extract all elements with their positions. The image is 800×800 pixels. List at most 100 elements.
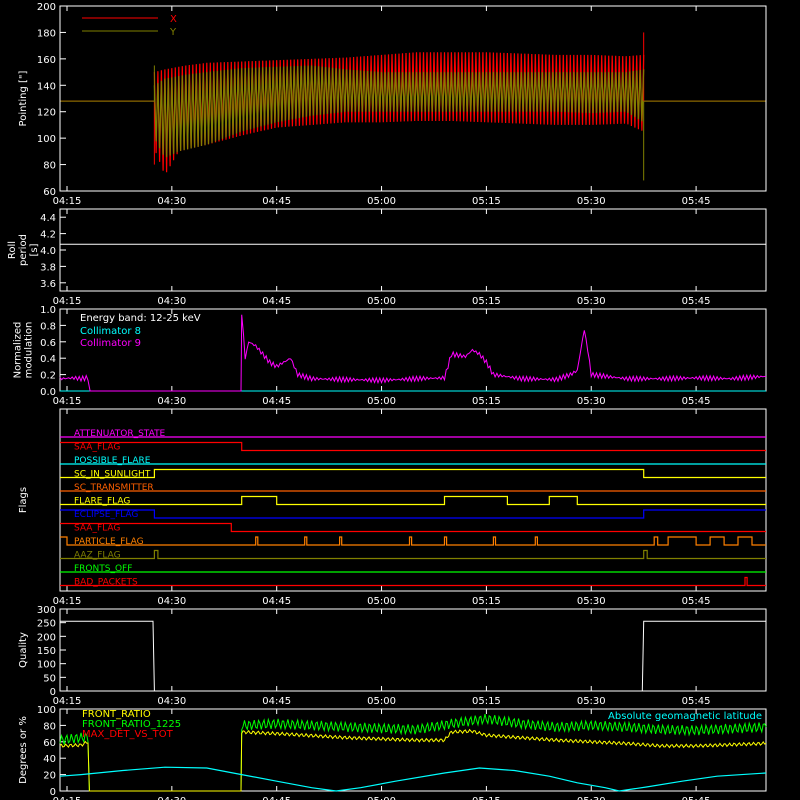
y-tick-label: 140 <box>37 81 56 92</box>
y-axis-label-2: Normalized <box>13 322 24 379</box>
x-tick-label: 04:45 <box>262 696 291 707</box>
y-tick-label: 180 <box>37 28 56 39</box>
y-tick-label: 0 <box>50 687 56 698</box>
flag-label-5: FLARE_FLAG <box>74 497 130 507</box>
x-tick-label: 04:15 <box>53 696 82 707</box>
x-tick-label: 05:15 <box>472 696 501 707</box>
x-tick-label: 04:15 <box>53 796 82 800</box>
x-tick-label: 05:00 <box>367 396 396 407</box>
y-tick-label: 150 <box>37 646 56 657</box>
y-tick-label: 200 <box>37 2 56 13</box>
y-axis-label-1: Roll <box>7 241 18 259</box>
x-tick-label: 04:45 <box>262 596 291 607</box>
x-tick-label: 05:00 <box>367 296 396 307</box>
degrees-legend-3: Absolute geomagnetic latitude <box>608 711 762 722</box>
y-tick-label: 0.0 <box>40 387 56 398</box>
flag-line-1 <box>60 441 766 452</box>
legend-label-y: Y <box>169 27 177 38</box>
flag-line-8 <box>60 536 766 546</box>
panel-frame-3 <box>59 408 767 592</box>
y-tick-label: 1.0 <box>40 305 56 316</box>
y-tick-label: 60 <box>43 738 56 749</box>
y-tick-label: 300 <box>37 605 56 616</box>
y-axis-label-2: modulation <box>24 322 35 379</box>
y-tick-label: 3.6 <box>40 279 56 290</box>
y-tick-label: 100 <box>37 134 56 145</box>
y-axis-label-1: period <box>18 234 29 266</box>
x-tick-label: 05:00 <box>367 796 396 800</box>
x-tick-label: 05:15 <box>472 396 501 407</box>
y-axis-label-5: Degrees or % <box>18 716 29 784</box>
degrees-series-3 <box>59 766 767 792</box>
flag-label-3: SC_IN_SUNLIGHT <box>74 470 151 480</box>
flag-label-9: AAZ_FLAG <box>74 551 121 561</box>
degrees-legend-2: MAX_DET_VS_TOT <box>82 729 174 740</box>
flag-label-6: ECLIPSE_FLAG <box>74 510 138 520</box>
x-tick-label: 04:30 <box>157 296 186 307</box>
flag-line-7 <box>60 522 766 533</box>
x-tick-label: 05:45 <box>682 696 711 707</box>
x-tick-label: 04:30 <box>157 596 186 607</box>
x-tick-label: 05:30 <box>577 196 606 207</box>
x-tick-label: 05:45 <box>682 296 711 307</box>
flag-line-11 <box>60 576 766 587</box>
x-tick-label: 05:00 <box>367 696 396 707</box>
x-tick-label: 05:30 <box>577 296 606 307</box>
y-axis-label-3: Flags <box>18 487 29 513</box>
flag-line-3 <box>60 468 766 479</box>
x-tick-label: 05:00 <box>367 196 396 207</box>
x-tick-label: 05:45 <box>682 196 711 207</box>
x-tick-label: 05:30 <box>577 796 606 800</box>
y-tick-label: 4.0 <box>40 246 56 257</box>
x-tick-label: 05:15 <box>472 796 501 800</box>
x-tick-label: 04:30 <box>157 196 186 207</box>
y-tick-label: 160 <box>37 55 56 66</box>
y-tick-label: 4.2 <box>40 230 56 241</box>
x-tick-label: 05:45 <box>682 796 711 800</box>
y-tick-label: 120 <box>37 108 56 119</box>
x-tick-label: 05:15 <box>472 596 501 607</box>
y-tick-label: 0.6 <box>40 338 56 349</box>
x-tick-label: 05:30 <box>577 596 606 607</box>
modulation-legend-2: Collimator 9 <box>80 338 141 349</box>
y-tick-label: 20 <box>43 771 56 782</box>
x-tick-label: 04:45 <box>262 796 291 800</box>
y-tick-label: 3.8 <box>40 262 56 273</box>
x-tick-label: 05:00 <box>367 596 396 607</box>
x-tick-label: 04:15 <box>53 296 82 307</box>
flag-label-2: POSSIBLE_FLARE <box>74 456 151 466</box>
x-tick-label: 05:45 <box>682 596 711 607</box>
energy-band-annotation: Energy band: 12-25 keV <box>80 313 201 324</box>
flag-label-11: BAD_PACKETS <box>74 578 138 588</box>
x-tick-label: 05:30 <box>577 396 606 407</box>
y-tick-label: 0.2 <box>40 371 56 382</box>
y-axis-label-1: [s] <box>29 243 40 256</box>
y-tick-label: 80 <box>43 161 56 172</box>
flag-line-5 <box>60 495 766 506</box>
y-tick-label: 4.4 <box>40 213 56 224</box>
x-tick-label: 04:45 <box>262 396 291 407</box>
flag-line-9 <box>60 549 766 560</box>
y-axis-label-4: Quality <box>18 632 29 668</box>
x-tick-label: 04:15 <box>53 396 82 407</box>
x-tick-label: 04:15 <box>53 196 82 207</box>
flag-label-7: SAA_FLAG <box>74 524 120 534</box>
x-tick-label: 05:30 <box>577 696 606 707</box>
x-tick-label: 04:30 <box>157 796 186 800</box>
modulation-series-2 <box>59 314 767 392</box>
x-tick-label: 05:15 <box>472 296 501 307</box>
x-tick-label: 04:30 <box>157 396 186 407</box>
flag-line-6 <box>60 509 766 519</box>
y-tick-label: 80 <box>43 721 56 732</box>
x-tick-label: 04:45 <box>262 296 291 307</box>
y-tick-label: 0.4 <box>40 354 56 365</box>
flag-label-1: SAA_FLAG <box>74 443 120 453</box>
legend-label-x: X <box>170 14 177 25</box>
chart-figure: 04:15 04:30 04:45 05:00 05:15 05:30 05:45 60 80 1… <box>7 2 767 800</box>
modulation-legend-1: Collimator 8 <box>80 326 141 337</box>
x-tick-label: 04:30 <box>157 696 186 707</box>
quality-line <box>60 620 766 692</box>
flag-label-0: ATTENUATOR_STATE <box>74 429 166 439</box>
y-tick-label: 0 <box>50 787 56 798</box>
x-tick-label: 05:45 <box>682 396 711 407</box>
